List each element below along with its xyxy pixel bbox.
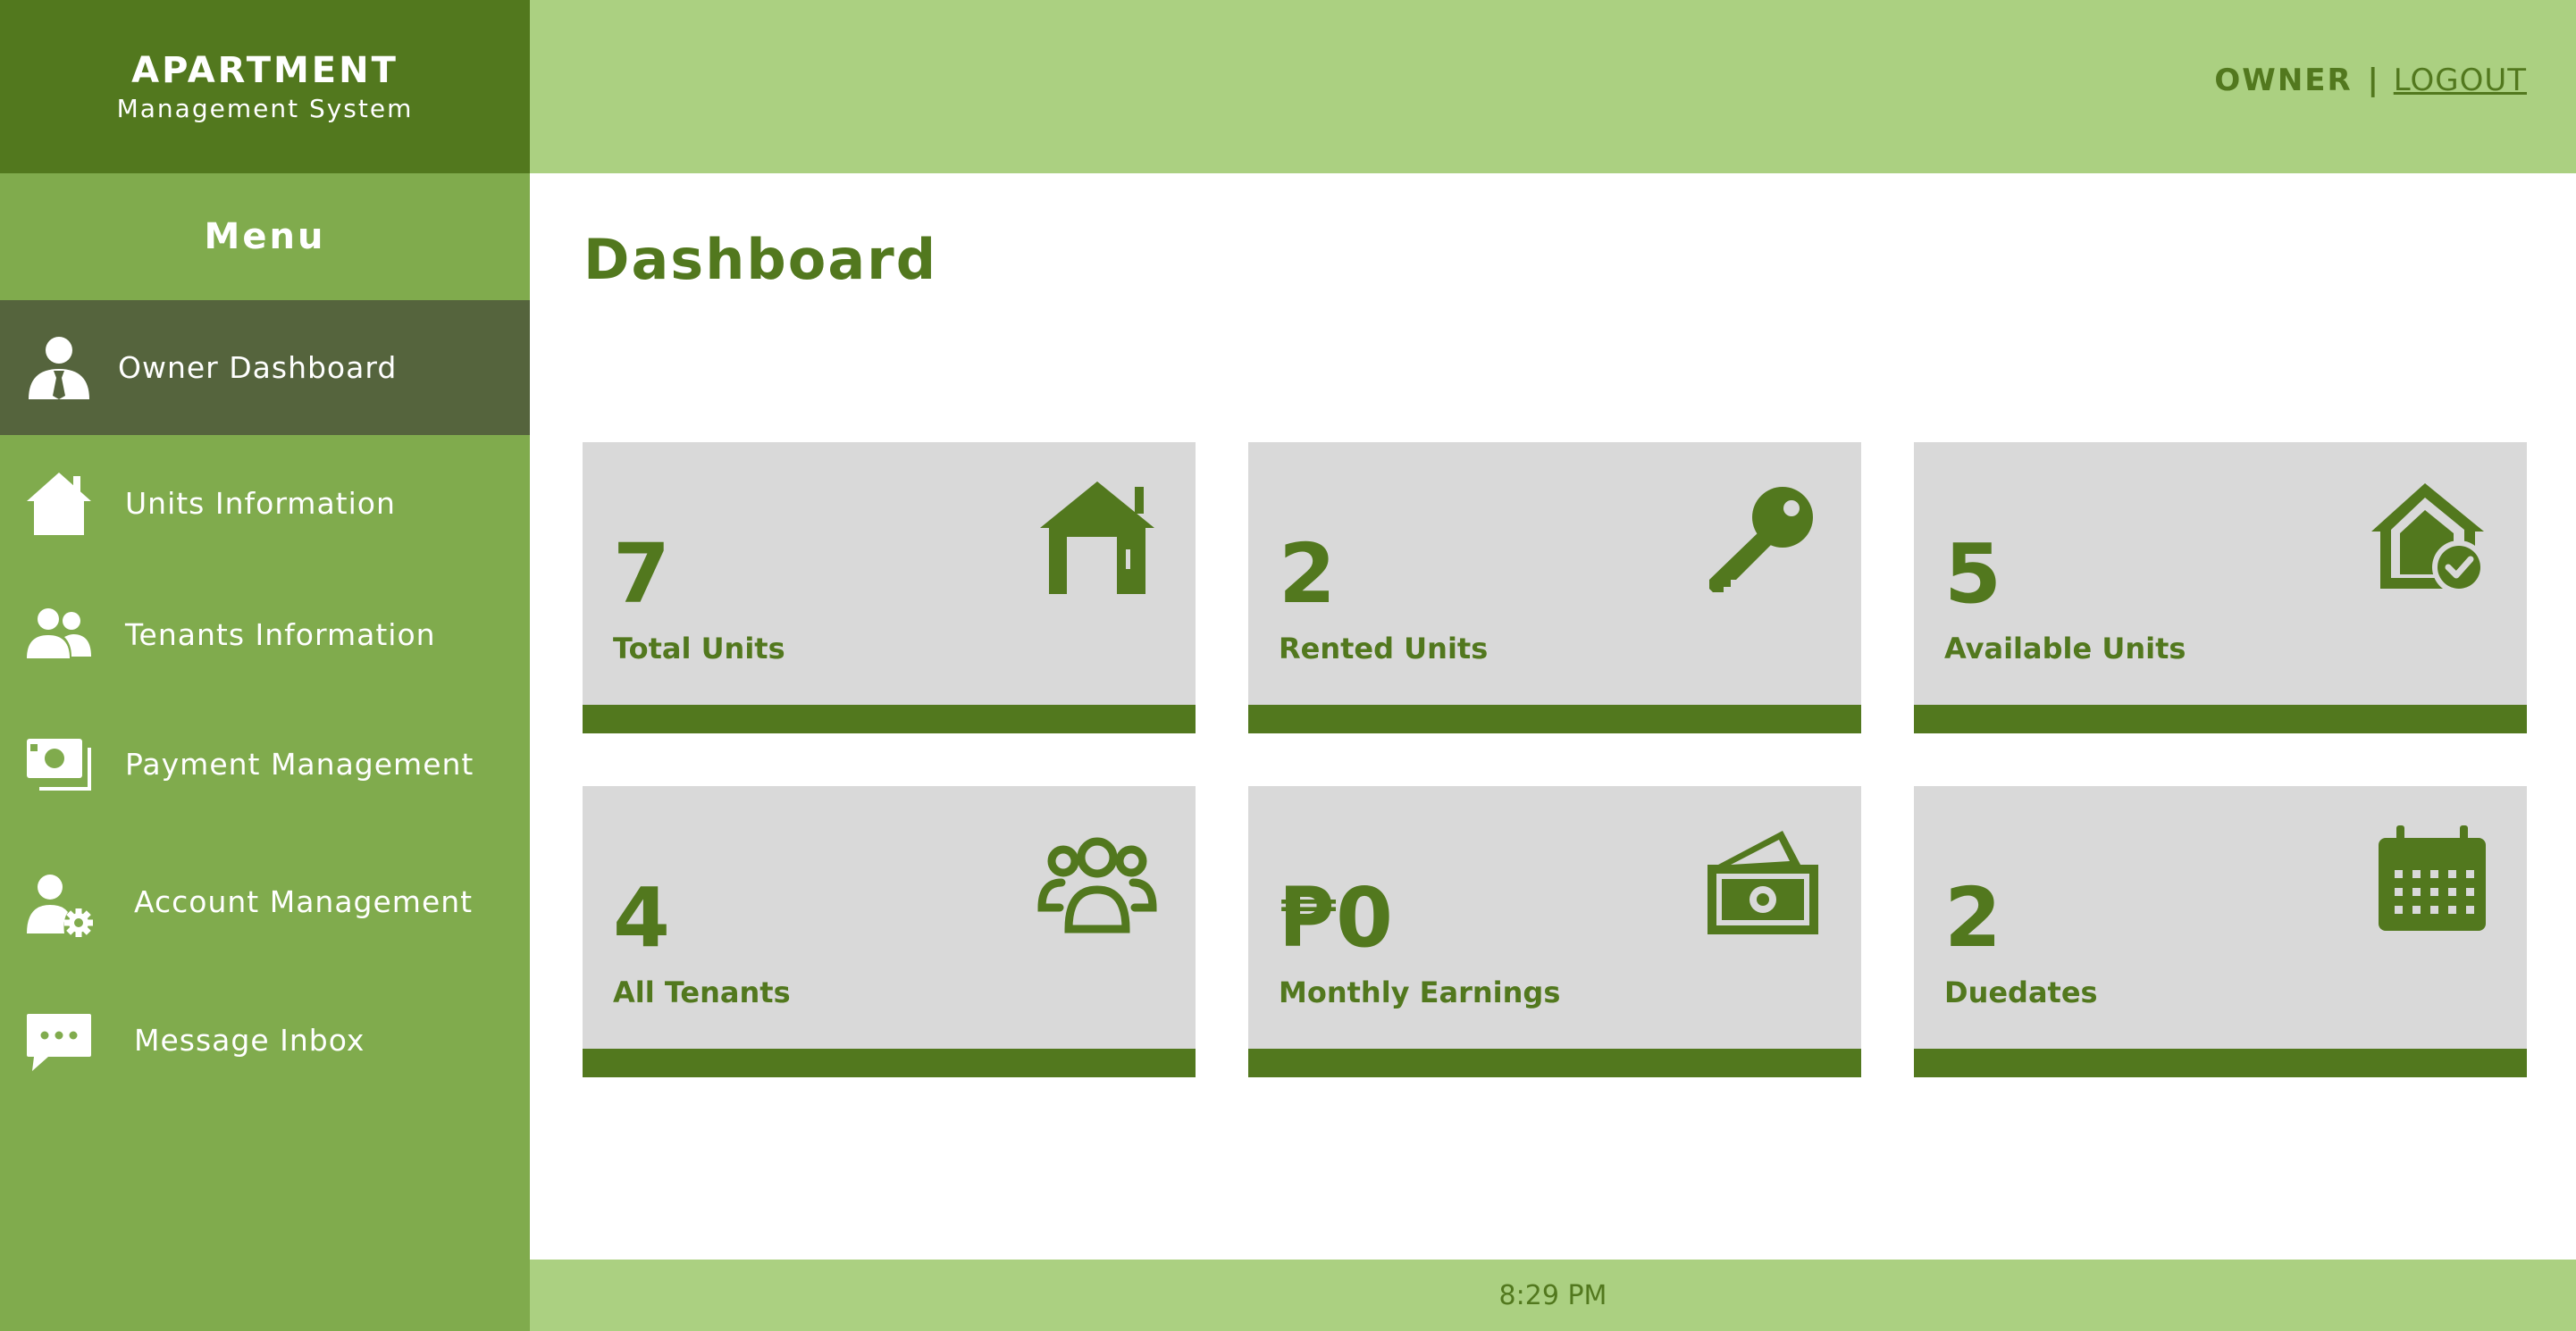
card-accent-bar xyxy=(583,1049,1196,1077)
stat-value: 2 xyxy=(1944,870,2002,966)
sidebar-item-account-management[interactable]: Account Management xyxy=(0,830,530,973)
user-area: OWNER | LOGOUT xyxy=(2214,63,2527,98)
stat-value: 2 xyxy=(1279,526,1337,622)
page-title: Dashboard xyxy=(583,227,938,292)
stat-card-duedates[interactable]: 2 Duedates xyxy=(1914,786,2527,1077)
stat-value: 5 xyxy=(1944,526,2002,622)
user-tie-icon xyxy=(23,331,95,403)
sidebar-item-tenants-information[interactable]: Tenants Information xyxy=(0,571,530,698)
main-content: Dashboard 7 Total Units 2 Rented Units 5… xyxy=(530,173,2576,1260)
stat-label: Duedates xyxy=(1944,975,2098,1009)
sidebar-item-units-information[interactable]: Units Information xyxy=(0,435,530,571)
menu-heading: Menu xyxy=(204,216,326,257)
stat-card-monthly-earnings[interactable]: ₱0 Monthly Earnings xyxy=(1248,786,1861,1077)
card-accent-bar xyxy=(1914,1049,2527,1077)
card-accent-bar xyxy=(1914,705,2527,733)
house-icon xyxy=(1035,474,1160,599)
sidebar-item-label: Tenants Information xyxy=(125,616,436,652)
money-bill-icon xyxy=(1700,818,1825,943)
footer: 8:29 PM xyxy=(530,1260,2576,1331)
sidebar-item-owner-dashboard[interactable]: Owner Dashboard xyxy=(0,300,530,435)
stat-card-all-tenants[interactable]: 4 All Tenants xyxy=(583,786,1196,1077)
stat-card-available-units[interactable]: 5 Available Units xyxy=(1914,442,2527,733)
stat-value: ₱0 xyxy=(1279,870,1394,966)
stat-label: Total Units xyxy=(613,632,785,666)
brand-title: APARTMENT xyxy=(131,49,399,91)
card-accent-bar xyxy=(1248,1049,1861,1077)
stat-card-total-units[interactable]: 7 Total Units xyxy=(583,442,1196,733)
money-icon xyxy=(23,728,95,799)
brand-logo: APARTMENT Management System xyxy=(0,0,530,173)
stat-value: 4 xyxy=(613,870,671,966)
calendar-icon xyxy=(2366,818,2491,943)
stat-label: Rented Units xyxy=(1279,632,1489,666)
card-accent-bar xyxy=(583,705,1196,733)
users-outline-icon xyxy=(1035,818,1160,943)
stat-value: 7 xyxy=(613,526,671,622)
users-icon xyxy=(23,598,95,669)
brand-subtitle: Management System xyxy=(116,93,414,123)
sidebar-item-label: Owner Dashboard xyxy=(118,350,398,385)
message-icon xyxy=(23,1007,95,1078)
user-gear-icon xyxy=(23,869,95,941)
stat-card-rented-units[interactable]: 2 Rented Units xyxy=(1248,442,1861,733)
sidebar-item-message-inbox[interactable]: Message Inbox xyxy=(0,973,530,1107)
sidebar-item-label: Payment Management xyxy=(125,746,474,782)
user-role: OWNER xyxy=(2214,63,2353,98)
card-accent-bar xyxy=(1248,705,1861,733)
clock-time: 8:29 PM xyxy=(1498,1279,1607,1311)
sidebar-item-label: Account Management xyxy=(134,883,474,919)
header-separator: | xyxy=(2367,63,2379,98)
logout-link[interactable]: LOGOUT xyxy=(2394,63,2527,98)
stat-label: Available Units xyxy=(1944,632,2186,666)
key-icon xyxy=(1700,474,1825,599)
sidebar: APARTMENT Management System Menu Owner D… xyxy=(0,0,530,1331)
stat-label: All Tenants xyxy=(613,975,791,1009)
sidebar-item-label: Message Inbox xyxy=(134,1022,365,1058)
sidebar-item-label: Units Information xyxy=(125,485,396,521)
top-header: OWNER | LOGOUT xyxy=(530,0,2576,173)
home-icon xyxy=(23,467,95,539)
stat-label: Monthly Earnings xyxy=(1279,975,1561,1009)
sidebar-item-payment-management[interactable]: Payment Management xyxy=(0,698,530,830)
house-check-icon xyxy=(2366,474,2491,599)
